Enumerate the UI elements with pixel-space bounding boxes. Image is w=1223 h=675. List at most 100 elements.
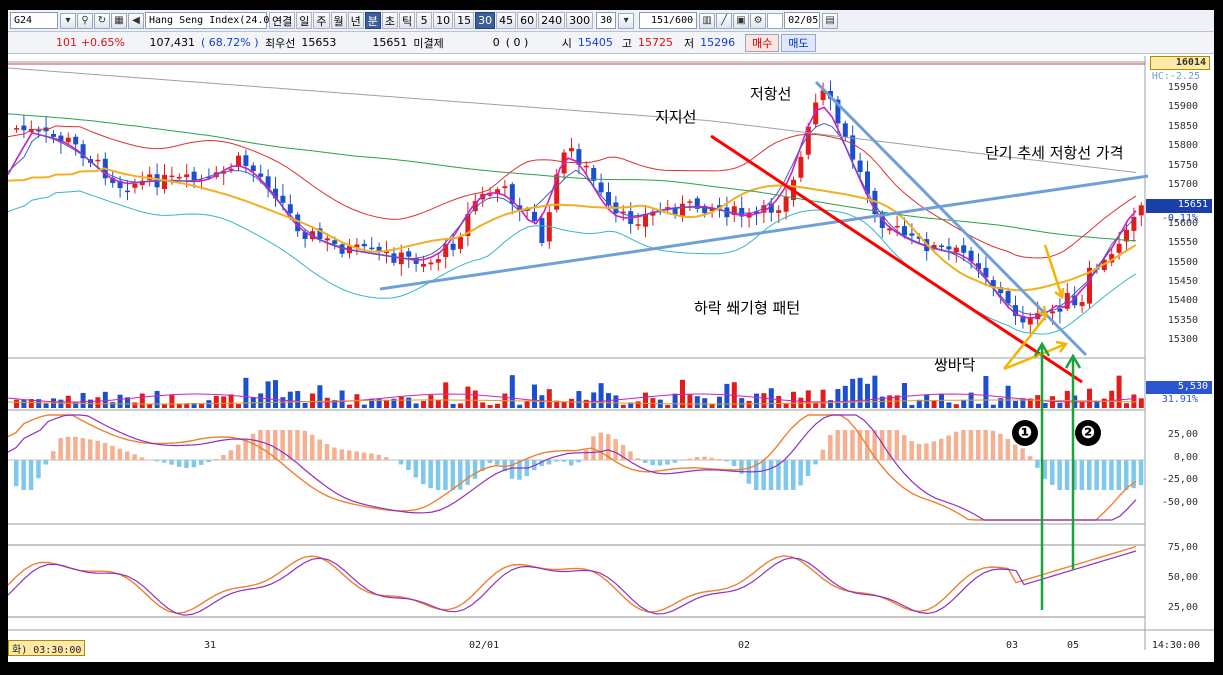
volume-bar (1042, 402, 1048, 408)
volume-bar (946, 402, 952, 408)
volume-bar (576, 391, 582, 408)
price-chart[interactable] (8, 10, 1214, 662)
macd-histogram-bar (110, 445, 115, 460)
volume-bar (1013, 400, 1018, 408)
macd-histogram-bar (939, 438, 944, 460)
volume-bar (842, 385, 848, 408)
candle-body (236, 155, 241, 167)
candle-body (162, 174, 167, 190)
candle-body (487, 194, 493, 196)
candle-body (1138, 205, 1144, 216)
macd-histogram-bar (317, 439, 322, 460)
price-tick-label: 15450 (1167, 276, 1198, 287)
volume-bar (865, 383, 870, 408)
volume-bar (258, 393, 264, 408)
volume-bar (450, 403, 456, 408)
macd-histogram-bar (983, 430, 988, 460)
macd-histogram-bar (1094, 460, 1099, 490)
volume-bar (176, 404, 182, 408)
candle-body (1057, 308, 1063, 312)
candle-body (1050, 311, 1055, 314)
macd-histogram-bar (509, 460, 515, 479)
candle-body (894, 225, 900, 228)
volume-bar (458, 403, 463, 408)
volume-bar (480, 402, 486, 408)
volume-bar (924, 394, 930, 408)
macd-histogram-bar (324, 444, 330, 460)
stochastic-tick-label: 25,00 (1167, 602, 1198, 613)
volume-bar (221, 396, 227, 408)
price-tick-label: 15900 (1167, 101, 1198, 113)
volume-bar (58, 399, 64, 408)
macd-histogram-bar (924, 443, 929, 460)
macd-histogram-bar (768, 460, 774, 490)
candle-body (428, 262, 434, 265)
candlestick-series (14, 80, 1144, 334)
volume-bar (169, 394, 175, 408)
trading-chart-window: G24 ▾ ⚲ ↻ ▦ ◀ Hang Seng Index(24.0 연결 일주… (8, 10, 1214, 662)
volume-bar (139, 393, 145, 408)
volume-bar (983, 375, 989, 408)
candle-body (842, 123, 848, 138)
volume-bar (147, 403, 153, 408)
macd-line (8, 414, 1137, 521)
volume-bar (517, 404, 523, 408)
candle-body (228, 168, 234, 171)
macd-histogram-bar (1020, 448, 1025, 460)
macd-histogram-bar (805, 460, 811, 477)
price-tick-label: 15300 (1167, 334, 1198, 346)
price-tick-label: 15950 (1167, 82, 1198, 93)
macd-histogram-bar (398, 460, 404, 465)
volume-bar (872, 375, 878, 408)
volume-value-tag: 5,530 (1146, 381, 1212, 394)
price-tick-label: 15750 (1167, 159, 1198, 171)
candle-body (680, 203, 685, 216)
volume-bar (413, 403, 419, 408)
candle-body (21, 125, 27, 131)
macd-histogram-bar (51, 451, 56, 460)
macd-histogram-bar (228, 450, 234, 460)
volume-bar (302, 402, 308, 408)
macd-signal-line (8, 414, 1137, 521)
volume-bar (162, 404, 167, 408)
volume-bar (1138, 398, 1144, 408)
volume-bar (495, 403, 500, 408)
price-tick-label: 15350 (1167, 314, 1198, 326)
volume-bar (487, 404, 493, 408)
macd-histogram-bar (413, 460, 419, 478)
stochastic-k (8, 545, 1137, 614)
macd-histogram-bar (946, 435, 951, 460)
volume-bar (524, 400, 530, 408)
macd-histogram-bar (428, 460, 433, 489)
volume-bar (347, 404, 352, 408)
macd-histogram-bar (1042, 460, 1048, 479)
candle-body (51, 133, 56, 137)
volume-bar (561, 401, 567, 408)
candle-body (132, 183, 138, 188)
volume-bar (14, 399, 19, 408)
date-label-05: 05 (1067, 640, 1080, 651)
candle-body (361, 243, 367, 247)
stochastic-tick-label: 75,00 (1167, 542, 1198, 553)
macd-histogram-bar (273, 430, 278, 460)
price-tick-label: 15500 (1167, 256, 1198, 268)
candle-body (258, 173, 264, 177)
macd-histogram-bar (650, 460, 655, 466)
macd-tick-label: 25,00 (1167, 429, 1198, 440)
macd-histogram-bar (80, 438, 86, 460)
volume-bar (813, 402, 819, 408)
date-label-03: 03 (1006, 640, 1019, 651)
hc-label: HC:-2.25 (1151, 71, 1200, 82)
volume-bar (591, 392, 597, 408)
macd-histogram-bar (546, 460, 552, 465)
double-bottom-label: 쌍바닥 (934, 356, 976, 374)
volume-bar (472, 390, 478, 408)
stochastic-tick-label: 50,00 (1167, 572, 1198, 583)
volume-bar (1131, 394, 1137, 408)
volume-bar (828, 400, 833, 408)
macd-histogram-bar (1013, 444, 1018, 460)
volume-bar (295, 390, 301, 408)
volume-bar (21, 400, 27, 408)
volume-bar (102, 391, 108, 408)
volume-bar (546, 389, 552, 408)
